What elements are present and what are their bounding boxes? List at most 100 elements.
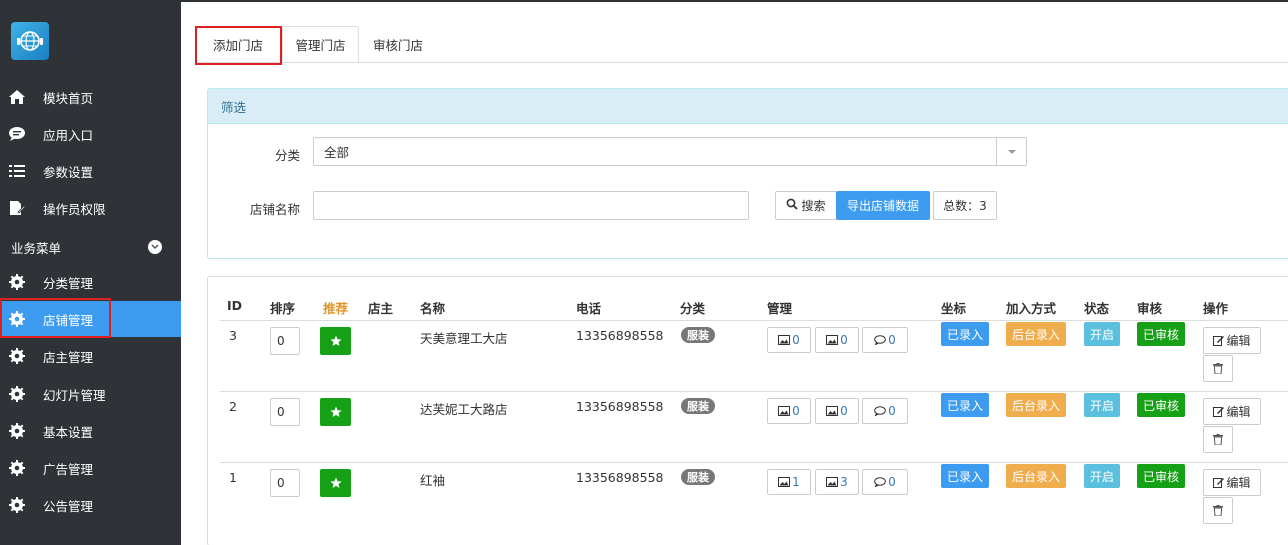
recommend-button[interactable] [320, 327, 351, 355]
tab-label: 管理门店 [295, 38, 346, 53]
manage-comments-button[interactable]: 0 [862, 327, 908, 353]
coord-status-label[interactable]: 已录入 [941, 322, 989, 346]
delete-button[interactable] [1203, 426, 1233, 453]
col-header-phone: 电话 [576, 301, 602, 316]
col-header-order: 排序 [270, 301, 296, 316]
order-input[interactable]: 0 [270, 469, 300, 497]
chevron-down-icon[interactable] [148, 240, 162, 254]
status-toggle[interactable]: 开启 [1084, 322, 1120, 346]
sidebar-item-app-entry[interactable]: 应用入口 [0, 116, 181, 152]
sidebar-item-params[interactable]: 参数设置 [0, 153, 181, 189]
gear-icon [8, 273, 26, 291]
sidebar-item-basic-settings[interactable]: 基本设置 [0, 413, 181, 449]
edit-button[interactable]: 编辑 [1203, 469, 1261, 496]
order-input[interactable]: 0 [270, 398, 300, 426]
join-text: 后台录入 [1011, 327, 1060, 342]
col-header-name: 名称 [420, 301, 446, 316]
delete-button[interactable] [1203, 355, 1233, 382]
recommend-button[interactable] [320, 469, 351, 497]
manage-images-button[interactable]: 0 [767, 398, 811, 424]
col-header-actions: 操作 [1203, 301, 1229, 316]
audit-text: 已审核 [1142, 469, 1179, 484]
sidebar-item-home[interactable]: 模块首页 [0, 79, 181, 115]
trash-icon [1213, 434, 1223, 445]
sidebar-item-owner-management[interactable]: 店主管理 [0, 338, 181, 374]
store-table-panel: ID 排序 推荐 店主 名称 电话 分类 管理 坐标 加入方式 状态 审核 操作… [207, 276, 1288, 545]
category-badge: 服装 [681, 398, 715, 414]
app-logo[interactable] [11, 22, 49, 60]
tab-manage-store[interactable]: 管理门店 [282, 26, 359, 63]
cell-phone: 13356898558 [576, 399, 664, 414]
col-header-recommend[interactable]: 推荐 [323, 298, 348, 317]
store-name-input[interactable] [313, 191, 749, 220]
manage-gallery-button[interactable]: 0 [815, 398, 859, 424]
gallery-count: 0 [840, 404, 848, 418]
sidebar-item-ads[interactable]: 广告管理 [0, 450, 181, 486]
status-text: 开启 [1089, 469, 1114, 484]
highlight-box [0, 298, 111, 338]
manage-gallery-button[interactable]: 0 [815, 327, 859, 353]
sidebar-item-category[interactable]: 分类管理 [0, 264, 181, 300]
col-header-category: 分类 [680, 301, 706, 316]
sidebar-section-business[interactable]: 业务菜单 [0, 232, 181, 262]
delete-button[interactable] [1203, 497, 1233, 524]
category-label: 分类 [274, 148, 300, 163]
cell-id: 1 [229, 470, 237, 485]
category-badge: 服装 [681, 469, 715, 485]
sidebar-item-slideshow[interactable]: 幻灯片管理 [0, 376, 181, 412]
order-value: 0 [277, 334, 285, 348]
status-text: 开启 [1089, 398, 1114, 413]
cell-phone: 13356898558 [576, 470, 664, 485]
edit-button[interactable]: 编辑 [1203, 398, 1261, 425]
recommend-button[interactable] [320, 398, 351, 426]
edit-icon [1213, 336, 1225, 346]
gear-icon [8, 459, 26, 477]
category-badge: 服装 [681, 327, 715, 343]
gear-icon [8, 385, 26, 403]
cell-store-name: 天美意理工大店 [420, 331, 508, 346]
manage-gallery-button[interactable]: 3 [815, 469, 859, 495]
highlight-box [195, 26, 282, 65]
status-toggle[interactable]: 开启 [1084, 464, 1120, 488]
chat-bubble-icon [8, 125, 26, 143]
coord-text: 已录入 [946, 469, 983, 484]
sidebar-item-label: 广告管理 [43, 461, 94, 477]
comment-icon [874, 477, 886, 487]
total-count-label: 总数：3 [943, 199, 987, 213]
join-text: 后台录入 [1011, 469, 1060, 484]
col-header-audit: 审核 [1137, 301, 1163, 316]
tab-review-store[interactable]: 审核门店 [361, 26, 435, 63]
join-method-label: 后台录入 [1006, 393, 1066, 417]
manage-comments-button[interactable]: 0 [862, 398, 908, 424]
cell-phone: 13356898558 [576, 328, 664, 343]
coord-status-label[interactable]: 已录入 [941, 393, 989, 417]
image-icon [826, 406, 839, 416]
tab-label: 审核门店 [372, 38, 423, 53]
export-button[interactable]: 导出店铺数据 [836, 191, 930, 220]
search-button[interactable]: 搜索 [775, 191, 837, 220]
status-toggle[interactable]: 开启 [1084, 393, 1120, 417]
sidebar-item-notices[interactable]: 公告管理 [0, 487, 181, 523]
category-select[interactable]: 全部 [313, 137, 1027, 166]
audit-status-label[interactable]: 已审核 [1137, 393, 1185, 417]
globe-headset-icon [17, 31, 43, 51]
cell-id: 2 [229, 399, 237, 414]
col-header-status: 状态 [1084, 301, 1110, 316]
audit-status-label[interactable]: 已审核 [1137, 464, 1185, 488]
edit-button[interactable]: 编辑 [1203, 327, 1261, 354]
audit-status-label[interactable]: 已审核 [1137, 322, 1185, 346]
order-input[interactable]: 0 [270, 327, 300, 355]
sidebar-item-operator-permissions[interactable]: 操作员权限 [0, 190, 181, 226]
manage-images-button[interactable]: 0 [767, 327, 811, 353]
sidebar-item-label: 分类管理 [43, 275, 94, 291]
caret-down-icon [996, 138, 1026, 165]
sidebar-item-label: 应用入口 [43, 127, 94, 143]
star-icon [329, 477, 342, 488]
coord-status-label[interactable]: 已录入 [941, 464, 989, 488]
cell-store-name: 红袖 [420, 473, 446, 488]
edit-label: 编辑 [1226, 405, 1251, 419]
list-icon [8, 162, 26, 180]
comment-icon [874, 406, 886, 416]
manage-images-button[interactable]: 1 [767, 469, 811, 495]
manage-comments-button[interactable]: 0 [862, 469, 908, 495]
